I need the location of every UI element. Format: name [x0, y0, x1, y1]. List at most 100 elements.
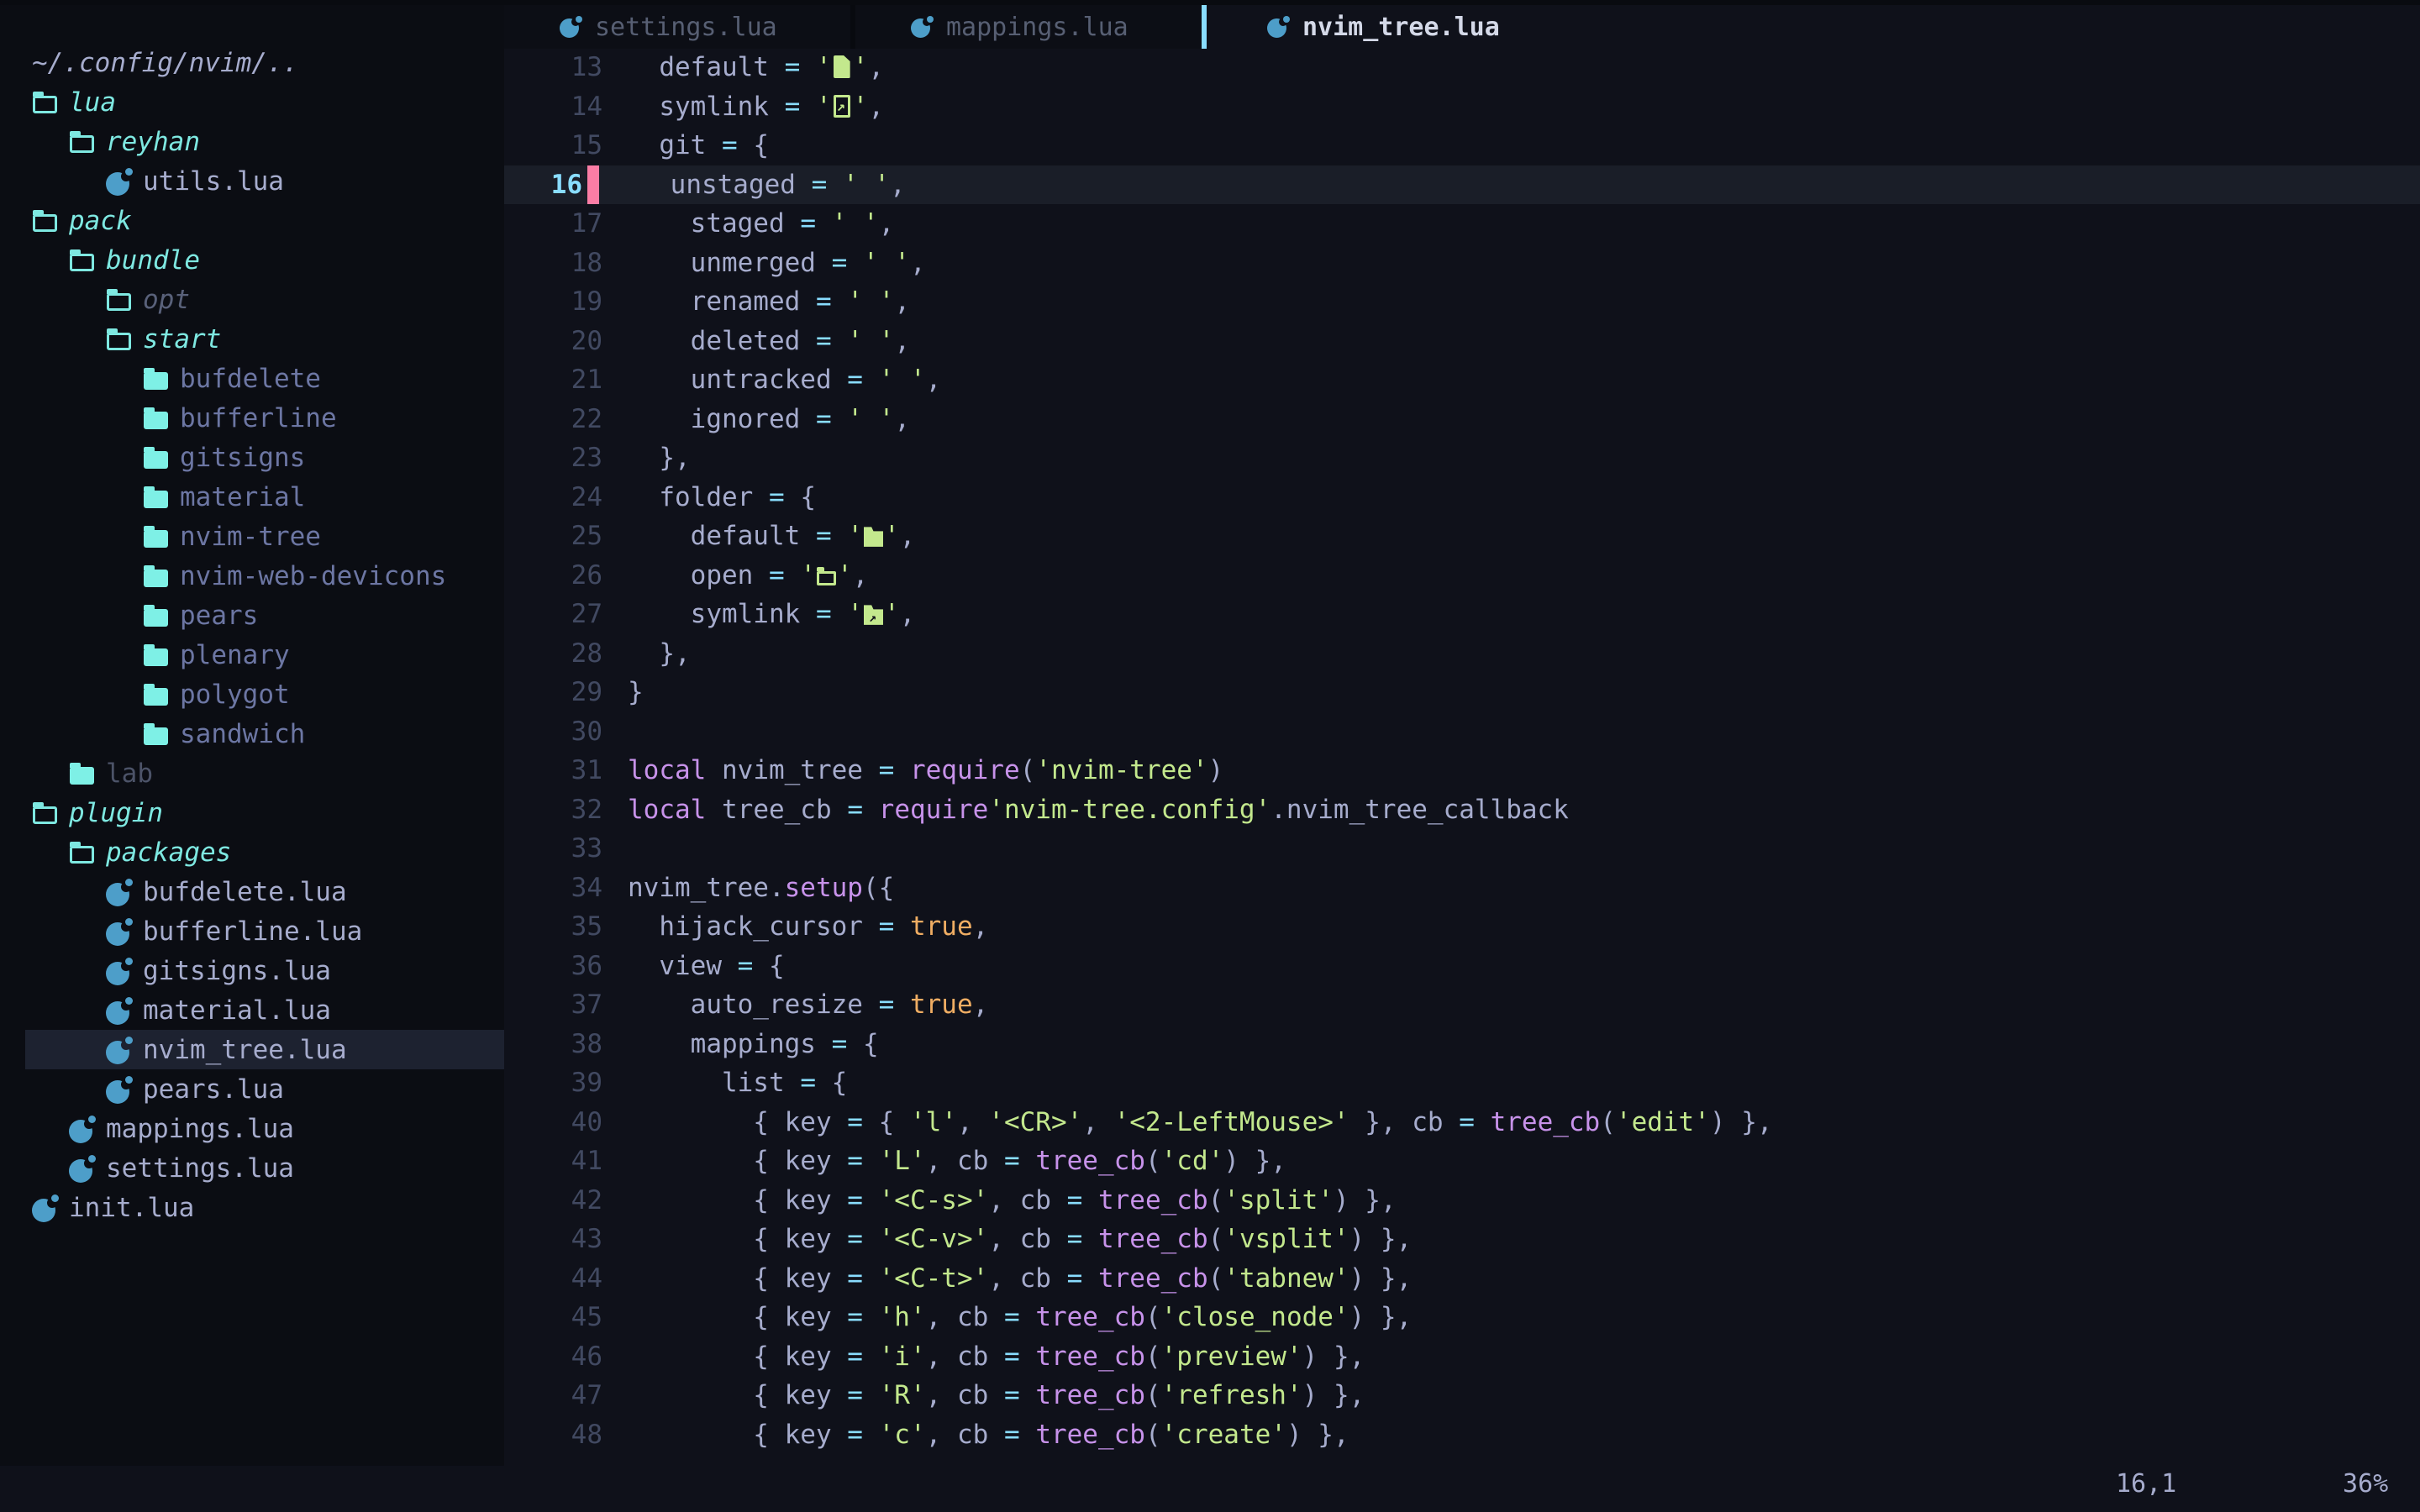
tree-item-plenary[interactable]: plenary [0, 635, 504, 675]
token: { key [628, 1107, 847, 1137]
tree-item-sandwich[interactable]: sandwich [0, 714, 504, 753]
tree-item-label: reyhan [106, 127, 200, 157]
code-line-31[interactable]: 31local nvim_tree = require('nvim-tree') [504, 751, 2420, 790]
tab-mappings.lua[interactable]: mappings.lua [855, 5, 1202, 49]
code-line-21[interactable]: 21 untracked = ' ', [504, 360, 2420, 400]
tree-item-nvim_tree.lua[interactable]: nvim_tree.lua [0, 1030, 504, 1069]
tree-item-bufferline.lua[interactable]: bufferline.lua [0, 911, 504, 951]
code-line-26[interactable]: 26 open = '', [504, 556, 2420, 596]
code-line-38[interactable]: 38 mappings = { [504, 1025, 2420, 1064]
tree-item-mappings.lua[interactable]: mappings.lua [0, 1109, 504, 1148]
tree-root-path[interactable]: ~/.config/nvim/.. [0, 43, 504, 82]
code-line-23[interactable]: 23 }, [504, 438, 2420, 478]
code-line-15[interactable]: 15 git = { [504, 126, 2420, 165]
tree-item-packages[interactable]: packages [0, 832, 504, 872]
code-line-28[interactable]: 28 }, [504, 634, 2420, 674]
token: = [1459, 1107, 1475, 1137]
tree-item-lab[interactable]: lab [0, 753, 504, 793]
token: { key [628, 1185, 847, 1215]
folder-icon-part [107, 293, 131, 311]
code-line-41[interactable]: 41 { key = 'L', cb = tree_cb('cd') }, [504, 1142, 2420, 1181]
folder-open-icon [69, 837, 97, 869]
code-line-22[interactable]: 22 ignored = ' ', [504, 400, 2420, 439]
code-line-33[interactable]: 33 [504, 829, 2420, 869]
tree-item-gitsigns.lua[interactable]: gitsigns.lua [0, 951, 504, 990]
code-line-36[interactable]: 36 view = { [504, 947, 2420, 986]
tree-item-settings.lua[interactable]: settings.lua [0, 1148, 504, 1188]
code-line-19[interactable]: 19 renamed = ' ', [504, 282, 2420, 322]
code-line-42[interactable]: 42 { key = '<C-s>', cb = tree_cb('split'… [504, 1181, 2420, 1221]
tree-item-pears[interactable]: pears [0, 596, 504, 635]
token: , cb [926, 1341, 1004, 1372]
token: true [910, 911, 973, 942]
line-number: 45 [504, 1298, 602, 1337]
tree-item-pears.lua[interactable]: pears.lua [0, 1069, 504, 1109]
token: { [816, 1068, 847, 1098]
folder-icon-part [144, 609, 168, 627]
folder-icon-part [144, 407, 155, 412]
line-number: 32 [504, 790, 602, 830]
tree-item-bufdelete.lua[interactable]: bufdelete.lua [0, 872, 504, 911]
code-line-30[interactable]: 30 [504, 712, 2420, 752]
code-text: view = { [602, 947, 785, 986]
token: ' ' [843, 170, 890, 200]
token: 'refresh' [1161, 1380, 1302, 1410]
tree-item-bundle[interactable]: bundle [0, 240, 504, 280]
code-line-34[interactable]: 34nvim_tree.setup({ [504, 869, 2420, 908]
tree-item-polygot[interactable]: polygot [0, 675, 504, 714]
folder-closed-icon [143, 402, 171, 434]
code-line-14[interactable]: 14 symlink = '', [504, 87, 2420, 127]
tree-item-gitsigns[interactable]: gitsigns [0, 438, 504, 477]
token: '<C-t>' [879, 1263, 989, 1294]
line-number: 24 [504, 478, 602, 517]
code-line-29[interactable]: 29} [504, 673, 2420, 712]
tree-item-utils.lua[interactable]: utils.lua [0, 161, 504, 201]
code-text: renamed = ' ', [602, 282, 910, 322]
code-line-18[interactable]: 18 unmerged = ' ', [504, 244, 2420, 283]
tree-item-lua[interactable]: lua [0, 82, 504, 122]
tree-item-material.lua[interactable]: material.lua [0, 990, 504, 1030]
tree-item-material[interactable]: material [0, 477, 504, 517]
token: 'edit' [1616, 1107, 1710, 1137]
code-line-32[interactable]: 32local tree_cb = require'nvim-tree.conf… [504, 790, 2420, 830]
tab-nvim_tree.lua[interactable]: nvim_tree.lua [1207, 5, 1500, 49]
code-line-48[interactable]: 48 { key = 'c', cb = tree_cb('create') }… [504, 1415, 2420, 1455]
code-line-37[interactable]: 37 auto_resize = true, [504, 985, 2420, 1025]
token: , [853, 560, 869, 591]
code-line-20[interactable]: 20 deleted = ' ', [504, 322, 2420, 361]
code-line-43[interactable]: 43 { key = '<C-v>', cb = tree_cb('vsplit… [504, 1220, 2420, 1259]
code-line-13[interactable]: 13 default = '', [504, 48, 2420, 87]
code-line-40[interactable]: 40 { key = { 'l', '<CR>', '<2-LeftMouse>… [504, 1103, 2420, 1142]
tree-item-pack[interactable]: pack [0, 201, 504, 240]
token: auto_resize [628, 990, 879, 1020]
code-line-47[interactable]: 47 { key = 'R', cb = tree_cb('refresh') … [504, 1376, 2420, 1415]
code-line-16[interactable]: 16 unstaged = ' ', [504, 165, 2420, 205]
tree-item-init.lua[interactable]: init.lua [0, 1188, 504, 1227]
folder-closed-icon [143, 560, 171, 592]
code-line-17[interactable]: 17 staged = ' ', [504, 204, 2420, 244]
code-line-25[interactable]: 25 default = '', [504, 517, 2420, 556]
tree-item-plugin[interactable]: plugin [0, 793, 504, 832]
code-line-27[interactable]: 27 symlink = '', [504, 595, 2420, 634]
folder-icon-part [33, 802, 44, 807]
tree-item-bufdelete[interactable]: bufdelete [0, 359, 504, 398]
tree-item-nvim-tree[interactable]: nvim-tree [0, 517, 504, 556]
code-line-45[interactable]: 45 { key = 'h', cb = tree_cb('close_node… [504, 1298, 2420, 1337]
code-line-35[interactable]: 35 hijack_cursor = true, [504, 907, 2420, 947]
folder-closed-icon [143, 521, 171, 553]
tree-item-reyhan[interactable]: reyhan [0, 122, 504, 161]
token: = [769, 560, 785, 591]
code-text: } [602, 673, 644, 712]
tree-item-nvim-web-devicons[interactable]: nvim-web-devicons [0, 556, 504, 596]
tree-item-start[interactable]: start [0, 319, 504, 359]
token: 'create' [1161, 1420, 1286, 1450]
tree-item-bufferline[interactable]: bufferline [0, 398, 504, 438]
line-number: 27 [504, 595, 602, 634]
tree-item-opt[interactable]: opt [0, 280, 504, 319]
code-line-24[interactable]: 24 folder = { [504, 478, 2420, 517]
token [832, 599, 848, 629]
code-line-46[interactable]: 46 { key = 'i', cb = tree_cb('preview') … [504, 1337, 2420, 1377]
code-line-44[interactable]: 44 { key = '<C-t>', cb = tree_cb('tabnew… [504, 1259, 2420, 1299]
code-line-39[interactable]: 39 list = { [504, 1063, 2420, 1103]
tab-settings.lua[interactable]: settings.lua [504, 5, 850, 49]
